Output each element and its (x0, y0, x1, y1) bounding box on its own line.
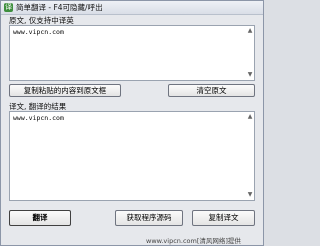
get-source-code-button[interactable]: 获取程序源码 (115, 210, 183, 226)
scroll-down-icon[interactable]: ▼ (247, 192, 253, 198)
title-bar[interactable]: 译 简单翻译 - F4可隐藏/呼出 (1, 1, 263, 15)
result-textarea[interactable]: www.vipcn.com ▲ ▼ (9, 111, 255, 201)
clear-source-button[interactable]: 清空原文 (168, 84, 255, 97)
app-window: 译 简单翻译 - F4可隐藏/呼出 原文, 仅支持中译英 www.vipcn.c… (0, 0, 264, 246)
translate-button[interactable]: 翻译 (9, 210, 71, 226)
copy-result-button[interactable]: 复制译文 (192, 210, 255, 226)
source-label: 原文, 仅支持中译英 (9, 16, 74, 25)
watermark-text: www.vipcn.com[清风网络]提供 (146, 237, 241, 245)
app-icon: 译 (4, 3, 13, 12)
scroll-up-icon[interactable]: ▲ (247, 114, 253, 120)
result-text: www.vipcn.com (13, 114, 64, 122)
window-title: 简单翻译 - F4可隐藏/呼出 (16, 3, 103, 12)
source-text: www.vipcn.com (13, 28, 64, 36)
paste-to-source-button[interactable]: 复制粘贴的内容到原文框 (9, 84, 121, 97)
scroll-down-icon[interactable]: ▼ (247, 72, 253, 78)
result-label: 译文, 翻译的结果 (9, 102, 67, 111)
scroll-up-icon[interactable]: ▲ (247, 28, 253, 34)
source-textarea[interactable]: www.vipcn.com ▲ ▼ (9, 25, 255, 81)
